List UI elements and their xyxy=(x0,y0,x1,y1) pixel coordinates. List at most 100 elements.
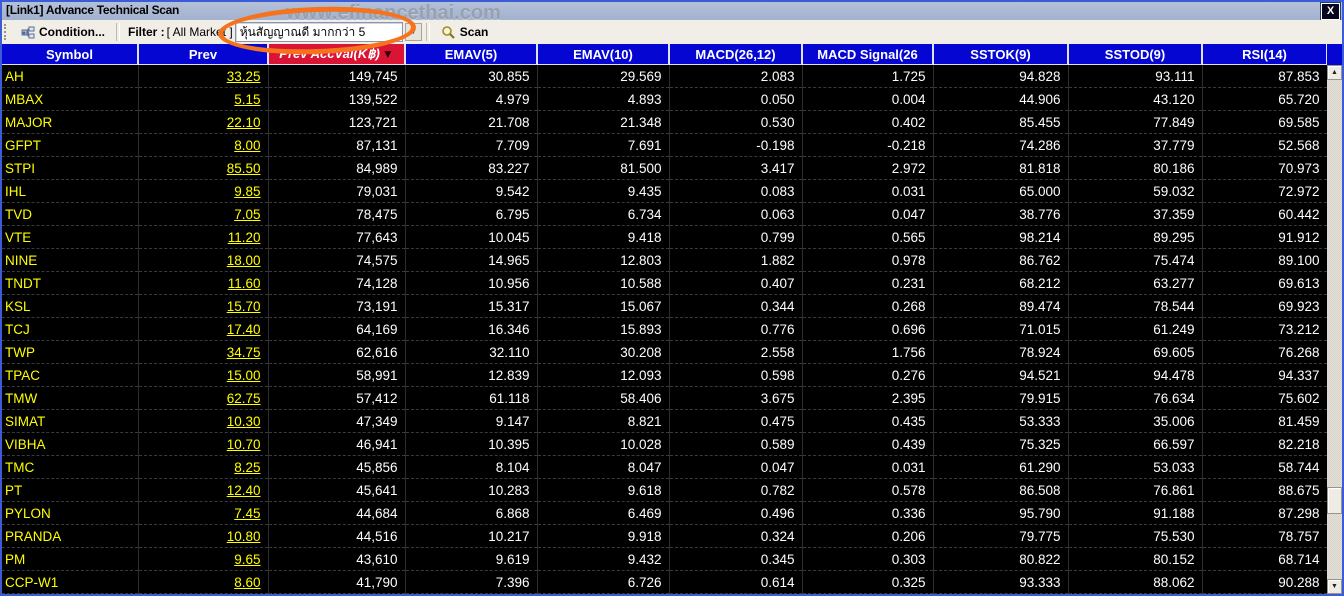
table-row[interactable]: MBAX 5.15 139,522 4.979 4.893 0.050 0.004 44.90… xyxy=(2,87,1328,111)
cell-prev[interactable]: 9.65 xyxy=(138,547,269,571)
cell-sstod: 76.861 xyxy=(1068,478,1203,502)
title-bar[interactable]: [Link1] Advance Technical Scan X xyxy=(2,2,1342,21)
cell-prev[interactable]: 11.20 xyxy=(138,225,269,249)
column-header-symbol[interactable]: Symbol xyxy=(2,44,139,65)
cell-macd: 0.776 xyxy=(669,317,803,341)
column-header-emav5[interactable]: EMAV(5) xyxy=(405,44,538,65)
magnifier-icon xyxy=(441,25,456,39)
cell-prev[interactable]: 11.60 xyxy=(138,271,269,295)
cell-rsi: 69.613 xyxy=(1202,271,1328,295)
cell-sstok: 68.212 xyxy=(933,271,1069,295)
column-header-accval[interactable]: Prev AccVal(K฿) ▼ xyxy=(268,44,406,65)
cell-prev[interactable]: 10.30 xyxy=(138,409,269,433)
table-row[interactable]: PM 9.65 43,610 9.619 9.432 0.345 0.303 80.822 80… xyxy=(2,547,1328,571)
cell-sstod: 35.006 xyxy=(1068,409,1203,433)
cell-prev[interactable]: 85.50 xyxy=(138,156,269,180)
table-row[interactable]: TNDT 11.60 74,128 10.956 10.588 0.407 0.231 68.… xyxy=(2,271,1328,295)
column-header-macdsig[interactable]: MACD Signal(26 xyxy=(802,44,934,65)
vertical-scrollbar[interactable]: ▲ ▼ xyxy=(1327,65,1342,594)
table-row[interactable]: NINE 18.00 74,575 14.965 12.803 1.882 0.978 86.… xyxy=(2,248,1328,272)
table-row[interactable]: CCP-W1 8.60 41,790 7.396 6.726 0.614 0.325 93.3… xyxy=(2,570,1328,594)
table-row[interactable]: STPI 85.50 84,989 83.227 81.500 3.417 2.972 81.… xyxy=(2,156,1328,180)
table-row[interactable]: AH 33.25 149,745 30.855 29.569 2.083 1.725 94.8… xyxy=(2,64,1328,88)
table-row[interactable]: GFPT 8.00 87,131 7.709 7.691 -0.198 -0.218 74.2… xyxy=(2,133,1328,157)
combo-dropdown-arrow[interactable]: ▼ xyxy=(404,23,422,41)
cell-rsi: 90.288 xyxy=(1202,570,1328,594)
cell-accval: 47,349 xyxy=(268,409,406,433)
cell-emav5: 7.709 xyxy=(405,133,538,157)
cell-macdsig: 0.402 xyxy=(802,110,934,134)
table-row[interactable]: TCJ 17.40 64,169 16.346 15.893 0.776 0.696 71.0… xyxy=(2,317,1328,341)
column-header-rsi[interactable]: RSI(14) xyxy=(1202,44,1328,65)
cell-prev[interactable]: 7.05 xyxy=(138,202,269,226)
cell-prev[interactable]: 5.15 xyxy=(138,87,269,111)
cell-prev[interactable]: 8.60 xyxy=(138,570,269,594)
cell-prev[interactable]: 10.70 xyxy=(138,432,269,456)
scroll-up-icon[interactable]: ▲ xyxy=(1327,65,1342,80)
table-row[interactable]: IHL 9.85 79,031 9.542 9.435 0.083 0.031 65.000 5… xyxy=(2,179,1328,203)
table-row[interactable]: PYLON 7.45 44,684 6.868 6.469 0.496 0.336 95.79… xyxy=(2,501,1328,525)
cell-prev[interactable]: 7.45 xyxy=(138,501,269,525)
table-row[interactable]: TVD 7.05 78,475 6.795 6.734 0.063 0.047 38.776 3… xyxy=(2,202,1328,226)
cell-prev[interactable]: 34.75 xyxy=(138,340,269,364)
table-row[interactable]: PT 12.40 45,641 10.283 9.618 0.782 0.578 86.508… xyxy=(2,478,1328,502)
cell-macd: 0.782 xyxy=(669,478,803,502)
toolbar: Condition... Filter : [ All Market ] หุ้… xyxy=(2,20,1342,45)
cell-prev[interactable]: 10.80 xyxy=(138,524,269,548)
condition-icon xyxy=(21,26,35,39)
cell-emav10: 58.406 xyxy=(537,386,670,410)
column-header-label: EMAV(10) xyxy=(573,46,633,62)
cell-symbol: PRANDA xyxy=(2,524,139,548)
table-row[interactable]: SIMAT 10.30 47,349 9.147 8.821 0.475 0.435 53.3… xyxy=(2,409,1328,433)
column-header-sstok[interactable]: SSTOK(9) xyxy=(933,44,1069,65)
table-row[interactable]: KSL 15.70 73,191 15.317 15.067 0.344 0.268 89.4… xyxy=(2,294,1328,318)
cell-sstod: 66.597 xyxy=(1068,432,1203,456)
column-header-prev[interactable]: Prev xyxy=(138,44,269,65)
scroll-down-icon[interactable]: ▼ xyxy=(1327,579,1342,594)
cell-prev[interactable]: 22.10 xyxy=(138,110,269,134)
table-row[interactable]: VIBHA 10.70 46,941 10.395 10.028 0.589 0.439 75… xyxy=(2,432,1328,456)
cell-macdsig: 0.336 xyxy=(802,501,934,525)
signal-filter-combobox[interactable]: หุ้นสัญญาณดี มากกว่า 5 xyxy=(234,22,403,42)
scan-button[interactable]: Scan xyxy=(434,24,496,40)
cell-sstod: 91.188 xyxy=(1068,501,1203,525)
cell-prev[interactable]: 15.00 xyxy=(138,363,269,387)
cell-macd: 0.614 xyxy=(669,570,803,594)
cell-prev[interactable]: 33.25 xyxy=(138,64,269,88)
cell-prev[interactable]: 17.40 xyxy=(138,317,269,341)
cell-emav5: 7.396 xyxy=(405,570,538,594)
table-row[interactable]: TMC 8.25 45,856 8.104 8.047 0.047 0.031 61.290 5… xyxy=(2,455,1328,479)
cell-macdsig: -0.218 xyxy=(802,133,934,157)
cell-prev[interactable]: 12.40 xyxy=(138,478,269,502)
cell-prev[interactable]: 15.70 xyxy=(138,294,269,318)
cell-prev[interactable]: 18.00 xyxy=(138,248,269,272)
condition-button[interactable]: Condition... xyxy=(14,24,112,40)
column-header-macd[interactable]: MACD(26,12) xyxy=(669,44,803,65)
cell-macd: 0.475 xyxy=(669,409,803,433)
column-header-sstod[interactable]: SSTOD(9) xyxy=(1068,44,1203,65)
cell-symbol: TMW xyxy=(2,386,139,410)
cell-prev[interactable]: 9.85 xyxy=(138,179,269,203)
toolbar-grip[interactable] xyxy=(4,24,11,40)
cell-prev[interactable]: 62.75 xyxy=(138,386,269,410)
cell-prev[interactable]: 8.25 xyxy=(138,455,269,479)
table-row[interactable]: TMW 62.75 57,412 61.118 58.406 3.675 2.395 79.9… xyxy=(2,386,1328,410)
cell-emav10: 81.500 xyxy=(537,156,670,180)
cell-emav5: 16.346 xyxy=(405,317,538,341)
column-header-emav10[interactable]: EMAV(10) xyxy=(537,44,670,65)
table-row[interactable]: TPAC 15.00 58,991 12.839 12.093 0.598 0.276 94.… xyxy=(2,363,1328,387)
cell-macdsig: 0.978 xyxy=(802,248,934,272)
table-row[interactable]: PRANDA 10.80 44,516 10.217 9.918 0.324 0.206 79… xyxy=(2,524,1328,548)
filter-market-value[interactable]: [ All Market ] xyxy=(167,25,233,39)
cell-emav5: 21.708 xyxy=(405,110,538,134)
scrollbar-thumb[interactable] xyxy=(1327,487,1342,514)
cell-prev[interactable]: 8.00 xyxy=(138,133,269,157)
cell-rsi: 73.212 xyxy=(1202,317,1328,341)
cell-emav10: 9.418 xyxy=(537,225,670,249)
close-button[interactable]: X xyxy=(1321,3,1340,20)
table-row[interactable]: TWP 34.75 62,616 32.110 30.208 2.558 1.756 78.9… xyxy=(2,340,1328,364)
scan-results-table: Symbol Prev Prev AccVal(K฿) ▼ EMAV(5) EMAV(10… xyxy=(2,44,1328,594)
cell-symbol: TCJ xyxy=(2,317,139,341)
table-row[interactable]: VTE 11.20 77,643 10.045 9.418 0.799 0.565 98.21… xyxy=(2,225,1328,249)
table-row[interactable]: MAJOR 22.10 123,721 21.708 21.348 0.530 0.402 8… xyxy=(2,110,1328,134)
